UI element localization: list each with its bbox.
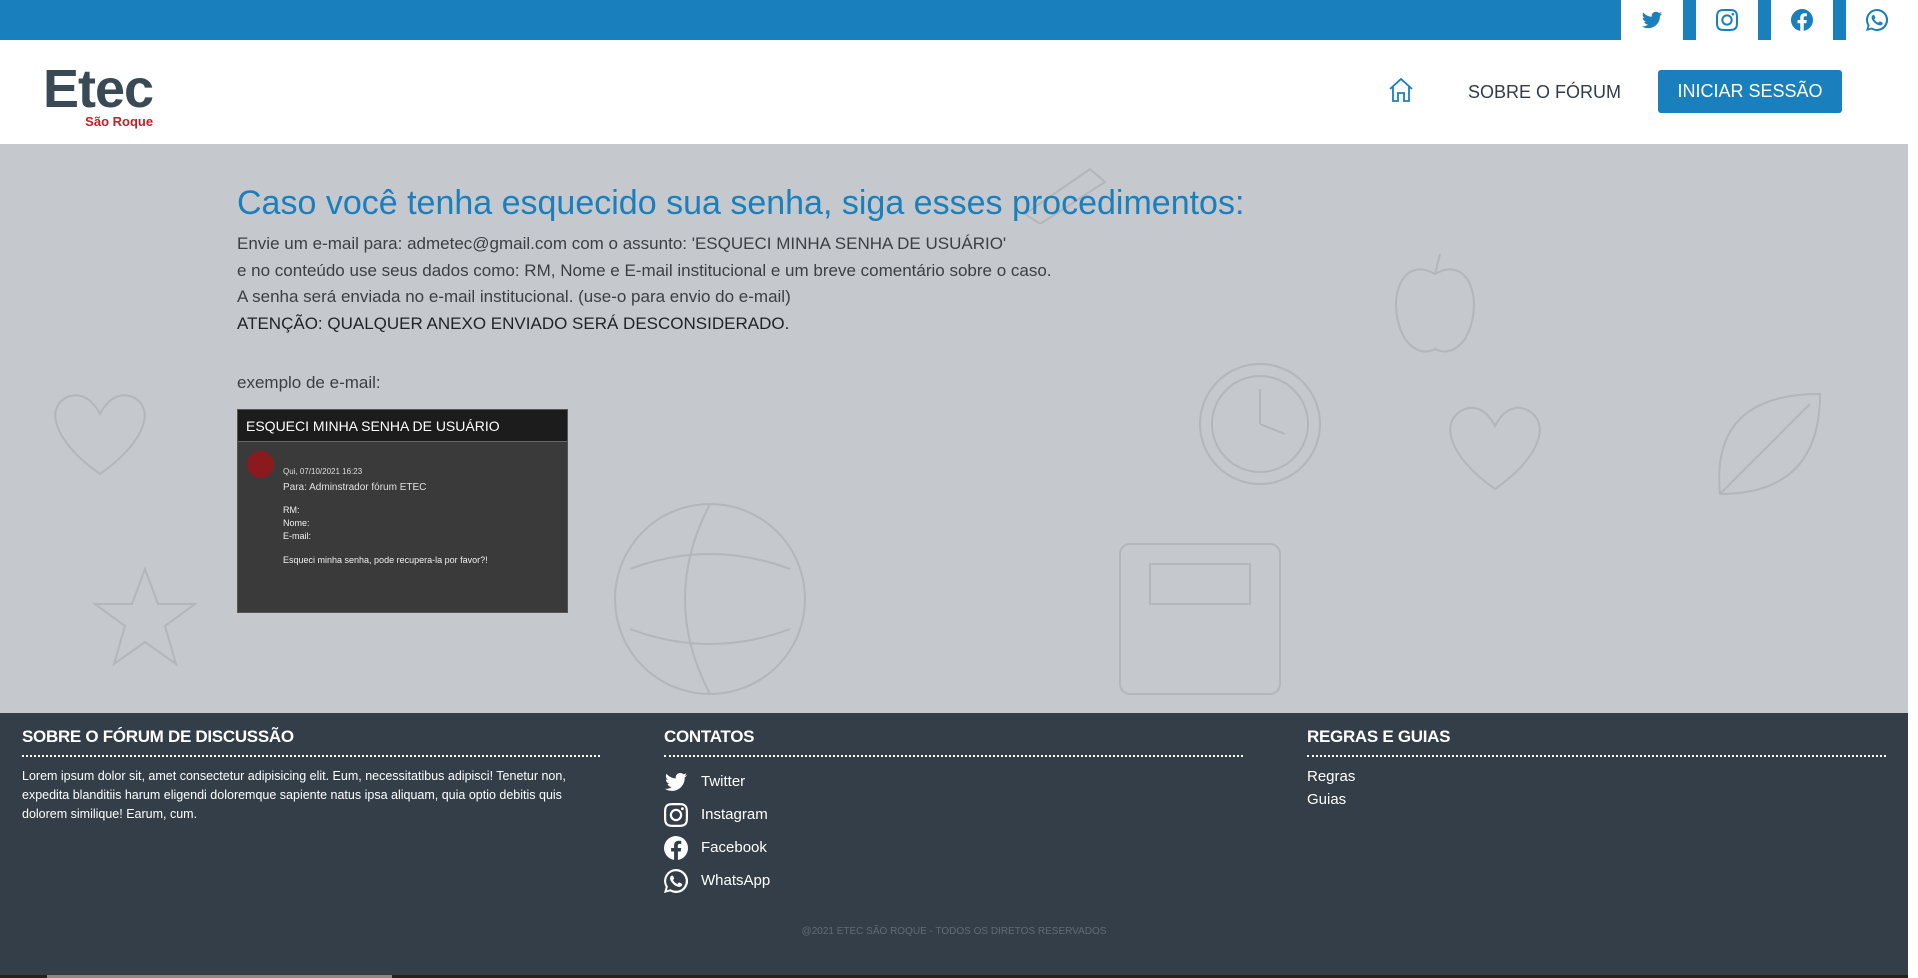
contact-whatsapp[interactable]: WhatsApp — [664, 864, 1243, 897]
page-heading: Caso você tenha esquecido sua senha, sig… — [237, 184, 1245, 222]
heart-doodle-2 — [1449, 406, 1541, 491]
facebook-icon — [664, 835, 688, 860]
field-rm: RM: — [283, 505, 300, 515]
etec-logo[interactable]: Etec São Roque — [43, 59, 154, 129]
leaf-doodle — [1718, 392, 1822, 496]
email-date: Qui, 07/10/2021 16:23 — [283, 467, 363, 476]
top-whatsapp-link[interactable] — [1846, 0, 1908, 40]
warning-text: ATENÇÃO: QUALQUER ANEXO ENVIADO SERÁ DES… — [237, 313, 790, 333]
footer-rules-title: REGRAS E GUIAS — [1307, 727, 1886, 757]
email-subject: ESQUECI MINHA SENHA DE USUÁRIO — [238, 410, 567, 442]
logo-subtext: São Roque — [85, 114, 154, 129]
top-twitter-link[interactable] — [1621, 0, 1683, 40]
home-link[interactable] — [1386, 75, 1416, 105]
nav-about-forum[interactable]: SOBRE O FÓRUM — [1468, 82, 1621, 103]
globe-doodle — [614, 503, 806, 695]
whatsapp-icon — [1866, 9, 1888, 31]
email-example-image: ESQUECI MINHA SENHA DE USUÁRIO Qui, 07/1… — [237, 409, 568, 613]
contact-label: Facebook — [701, 839, 767, 856]
contact-label: Twitter — [701, 773, 746, 790]
scale-doodle — [1119, 543, 1281, 695]
instagram-icon — [1716, 9, 1738, 31]
contact-label: WhatsApp — [701, 872, 771, 889]
footer-contacts-title: CONTATOS — [664, 727, 1243, 757]
heart-doodle — [54, 394, 146, 476]
twitter-icon — [665, 772, 687, 791]
example-label: exemplo de e-mail: — [237, 373, 381, 392]
star-doodle — [91, 566, 199, 667]
site-header: Etec São Roque SOBRE O FÓRUM INICIAR SES… — [0, 40, 1908, 144]
instruction-line-1: Envie um e-mail para: admetec@gmail.com … — [237, 234, 1007, 253]
footer-rules-section: REGRAS E GUIAS Regras Guias — [1307, 727, 1886, 811]
top-bar — [0, 0, 1908, 40]
top-social-links — [1608, 0, 1908, 40]
apple-doodle — [1395, 253, 1475, 353]
contact-instagram[interactable]: Instagram — [664, 798, 1243, 831]
site-footer: SOBRE O FÓRUM DE DISCUSSÃO Lorem ipsum d… — [0, 713, 1908, 978]
email-body: Esqueci minha senha, pode recupera-la po… — [283, 555, 488, 565]
password-instructions: Caso você tenha esquecido sua senha, sig… — [237, 184, 1245, 397]
footer-about-title: SOBRE O FÓRUM DE DISCUSSÃO — [22, 727, 600, 757]
copyright-text: @2021 ETEC SÃO ROQUE - TODOS OS DIRETOS … — [801, 926, 1107, 937]
main-content: Caso você tenha esquecido sua senha, sig… — [0, 144, 1908, 713]
top-facebook-link[interactable] — [1771, 0, 1833, 40]
rules-link[interactable]: Regras — [1307, 765, 1886, 788]
instruction-line-2: e no conteúdo use seus dados como: RM, N… — [237, 260, 1052, 280]
footer-about-text: Lorem ipsum dolor sit, amet consectetur … — [22, 769, 566, 821]
vertical-scrollbar[interactable] — [1908, 0, 1918, 978]
instagram-icon — [664, 802, 688, 827]
contact-facebook[interactable]: Facebook — [664, 831, 1243, 864]
instruction-line-3: A senha será enviada no e-mail instituci… — [237, 287, 791, 306]
contact-twitter[interactable]: Twitter — [664, 765, 1243, 798]
contact-list: Twitter Instagram Facebook WhatsApp — [664, 765, 1243, 897]
facebook-icon — [1791, 9, 1813, 31]
email-recipient: Para: Adminstrador fórum ETEC — [283, 482, 427, 493]
login-button[interactable]: INICIAR SESSÃO — [1658, 70, 1842, 113]
contact-label: Instagram — [701, 806, 768, 823]
rules-list: Regras Guias — [1307, 765, 1886, 811]
home-icon — [1389, 77, 1413, 102]
twitter-icon — [1641, 11, 1663, 29]
field-email: E-mail: — [283, 531, 312, 541]
footer-contacts-section: CONTATOS Twitter Instagram Facebook What… — [664, 727, 1243, 897]
sender-avatar — [247, 451, 274, 478]
footer-about-section: SOBRE O FÓRUM DE DISCUSSÃO Lorem ipsum d… — [22, 727, 600, 824]
field-nome: Nome: — [283, 518, 310, 528]
email-fields: RM: Nome: E-mail: — [283, 504, 311, 543]
top-instagram-link[interactable] — [1696, 0, 1758, 40]
guides-link[interactable]: Guias — [1307, 788, 1886, 811]
whatsapp-icon — [664, 868, 688, 893]
logo-text: Etec — [43, 59, 154, 119]
